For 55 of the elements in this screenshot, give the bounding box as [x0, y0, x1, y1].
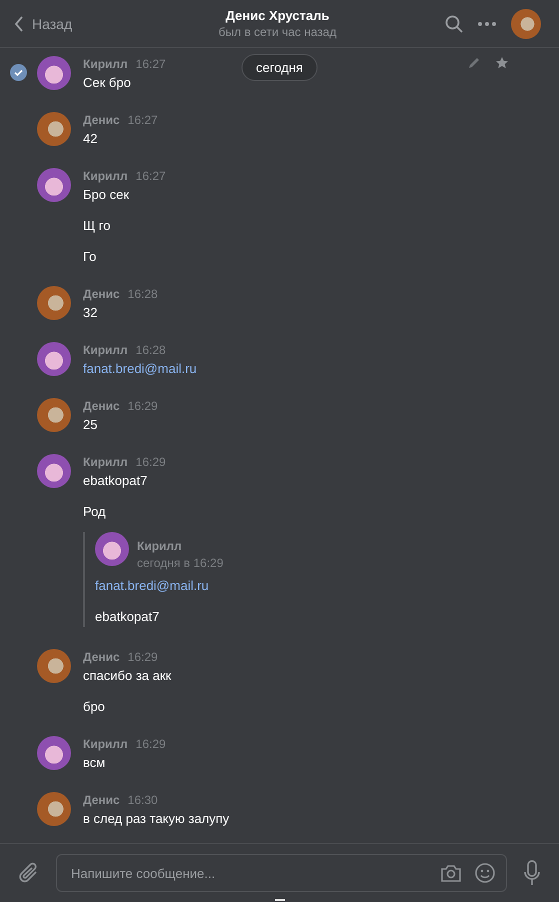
message-text: Щ го	[83, 218, 110, 233]
date-badge: сегодня	[241, 54, 318, 81]
message-text: ebatkopat7	[95, 609, 160, 624]
message-time: сегодня в 16:29	[137, 555, 224, 572]
emoji-icon[interactable]	[474, 862, 496, 884]
author-name: Денис	[83, 649, 120, 666]
message-text: 42	[83, 131, 98, 146]
camera-icon[interactable]	[440, 863, 462, 883]
email-link[interactable]: fanat.bredi@mail.ru	[83, 361, 197, 376]
message-time: 16:28	[136, 342, 166, 359]
message-text: Бро сек	[83, 187, 130, 202]
message-text: 32	[83, 305, 98, 320]
message-time: 16:29	[136, 736, 166, 753]
message-time: 16:27	[136, 56, 166, 73]
message-text: 25	[83, 417, 98, 432]
contact-avatar[interactable]	[511, 8, 541, 38]
message-time: 16:29	[136, 454, 166, 471]
message-time: 16:30	[128, 792, 158, 809]
message-time: 16:27	[136, 168, 166, 185]
input-box[interactable]: Напишите сообщение...	[56, 854, 507, 892]
microphone-icon[interactable]	[523, 860, 541, 886]
message-time: 16:29	[128, 649, 158, 666]
selected-check-icon[interactable]	[10, 64, 27, 81]
resize-handle[interactable]	[274, 899, 284, 901]
author-name: Денис	[83, 792, 120, 809]
message-text: Го	[83, 249, 96, 264]
more-icon[interactable]	[477, 20, 497, 26]
back-icon	[14, 16, 24, 32]
message-text: спасибо за акк	[83, 668, 172, 683]
author-name: Кирилл	[83, 56, 128, 73]
author-name: Кирилл	[137, 538, 183, 555]
message-time: 16:27	[128, 112, 158, 129]
message-text: Род	[83, 504, 106, 519]
author-name: Кирилл	[83, 168, 128, 185]
search-icon[interactable]	[445, 14, 463, 32]
author-name: Кирилл	[83, 454, 128, 471]
message-input[interactable]: Напишите сообщение...	[69, 864, 428, 882]
online-status: был в сети час назад	[218, 24, 336, 40]
author-name: Денис	[83, 286, 120, 303]
message-text: ebatkopat7	[83, 473, 148, 488]
back-link[interactable]: Назад	[14, 16, 134, 32]
edit-icon[interactable]	[467, 56, 481, 70]
author-name: Денис	[83, 112, 120, 129]
author-name: Денис	[83, 398, 120, 415]
star-icon[interactable]	[495, 56, 509, 70]
message-text: в след раз такую залупу	[83, 811, 230, 826]
author-name: Кирилл	[83, 736, 128, 753]
email-link[interactable]: fanat.bredi@mail.ru	[95, 578, 209, 593]
message-text: Сек бро	[83, 75, 131, 90]
message-text: бро	[83, 699, 105, 714]
message-time: 16:28	[128, 286, 158, 303]
message-text: всм	[83, 755, 106, 770]
chat-title: Денис Хрусталь	[226, 8, 330, 24]
author-name: Кирилл	[83, 342, 128, 359]
message-time: 16:29	[128, 398, 158, 415]
